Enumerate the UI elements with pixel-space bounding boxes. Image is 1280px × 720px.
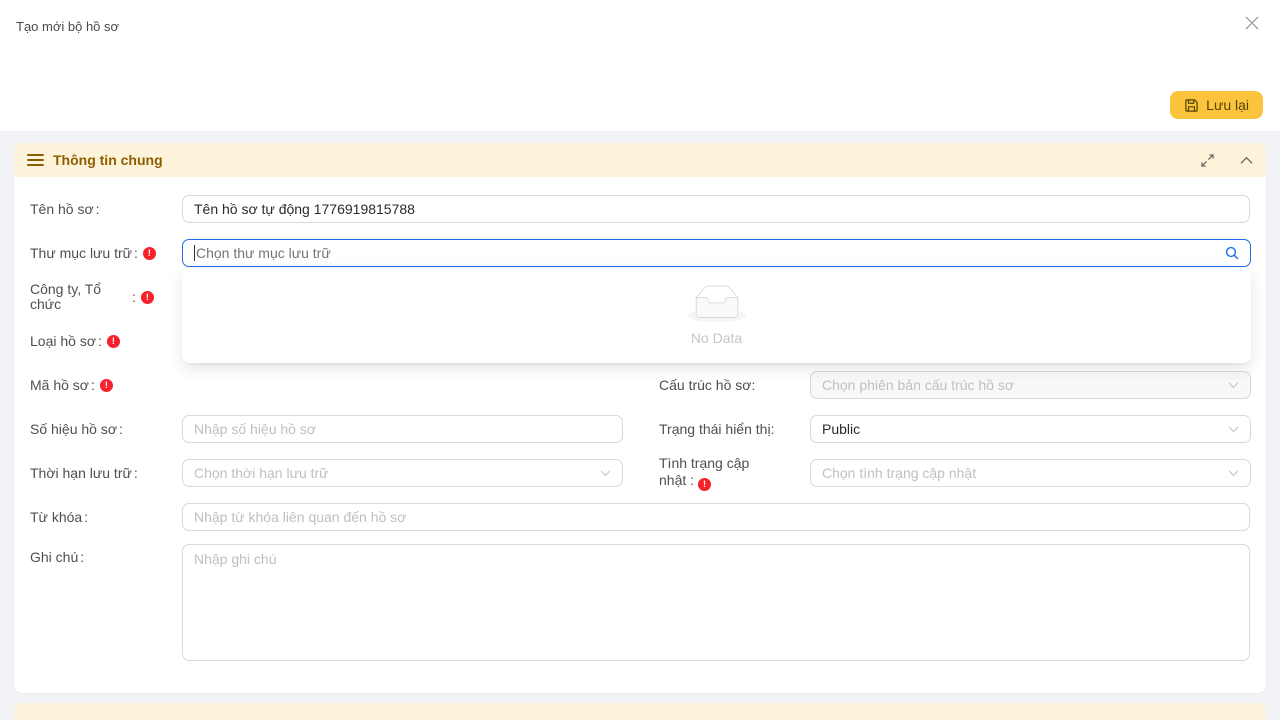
- row-thoi-han: Thời hạn lưu trữ: Chọn thời hạn lưu trữ …: [30, 451, 1250, 495]
- trang-thai-select[interactable]: Public: [810, 415, 1251, 443]
- ten-ho-so-input[interactable]: [182, 195, 1250, 223]
- tinh-trang-select[interactable]: Chọn tình trạng cập nhật: [810, 459, 1251, 487]
- cau-truc-select[interactable]: Chọn phiên bản cấu trúc hồ sơ: [810, 371, 1251, 399]
- thu-muc-dropdown-panel: No Data: [182, 268, 1251, 363]
- empty-state-text: No Data: [691, 330, 742, 346]
- empty-inbox-icon: [688, 285, 746, 322]
- thu-muc-select[interactable]: [182, 239, 1251, 267]
- expand-icon[interactable]: [1201, 154, 1214, 167]
- close-icon[interactable]: [1241, 12, 1263, 34]
- save-icon: [1184, 98, 1199, 113]
- required-icon: !: [100, 379, 113, 392]
- field-label: Công ty, Tổ chức: !: [30, 282, 182, 313]
- collapse-chevron-up-icon[interactable]: [1240, 156, 1253, 165]
- field-label: Thư mục lưu trữ: !: [30, 245, 182, 261]
- field-label: Từ khóa:: [30, 509, 182, 525]
- drawer-topbar: Tạo mới bộ hồ sơ Lưu lại: [0, 0, 1280, 131]
- tu-khoa-input[interactable]: [182, 503, 1250, 531]
- row-so-hieu: Số hiệu hồ sơ: Trạng thái hiển thị: Publ…: [30, 407, 1250, 451]
- save-button-label: Lưu lại: [1206, 97, 1249, 113]
- chevron-down-icon: [1228, 382, 1239, 389]
- chevron-down-icon: [600, 470, 611, 477]
- required-icon: !: [107, 335, 120, 348]
- section-header: Thông tin chung: [14, 143, 1266, 177]
- thu-muc-search-input[interactable]: [196, 245, 1217, 261]
- search-icon: [1225, 246, 1239, 260]
- chevron-down-icon: [1228, 470, 1239, 477]
- general-info-section: Thông tin chung Tên hồ sơ:: [14, 143, 1266, 693]
- chevron-down-icon: [1228, 426, 1239, 433]
- field-label: Trạng thái hiển thị:: [659, 421, 810, 437]
- field-label: Ghi chú:: [30, 549, 182, 565]
- row-ten-ho-so: Tên hồ sơ:: [30, 187, 1250, 231]
- required-icon: !: [698, 478, 711, 491]
- section-title: Thông tin chung: [53, 152, 163, 168]
- field-label: Tên hồ sơ:: [30, 201, 182, 217]
- page-title: Tạo mới bộ hồ sơ: [16, 19, 119, 34]
- ghi-chu-textarea[interactable]: [182, 544, 1250, 661]
- thoi-han-select[interactable]: Chọn thời hạn lưu trữ: [182, 459, 623, 487]
- field-label: Tình trạng cập nhật :!: [659, 455, 810, 492]
- drag-handle-icon[interactable]: [27, 154, 44, 166]
- section-body: Tên hồ sơ: Thư mục lưu trữ: !: [14, 177, 1266, 661]
- required-icon: !: [143, 247, 156, 260]
- field-label: Loại hồ sơ: !: [30, 333, 182, 349]
- field-label: Thời hạn lưu trữ:: [30, 465, 182, 481]
- so-hieu-input[interactable]: [182, 415, 623, 443]
- field-label: Mã hồ sơ: !: [30, 377, 182, 393]
- field-label: Số hiệu hồ sơ:: [30, 421, 182, 437]
- row-ghi-chu: Ghi chú:: [30, 539, 1250, 661]
- next-section-header[interactable]: [14, 703, 1266, 720]
- save-button[interactable]: Lưu lại: [1170, 91, 1263, 119]
- row-tu-khoa: Từ khóa:: [30, 495, 1250, 539]
- required-icon: !: [141, 291, 154, 304]
- row-ma-ho-so: Mã hồ sơ: ! Cấu trúc hồ sơ: Chọn phiên b…: [30, 363, 1250, 407]
- text-caret: [194, 245, 195, 261]
- field-label: Cấu trúc hồ sơ:: [659, 377, 810, 393]
